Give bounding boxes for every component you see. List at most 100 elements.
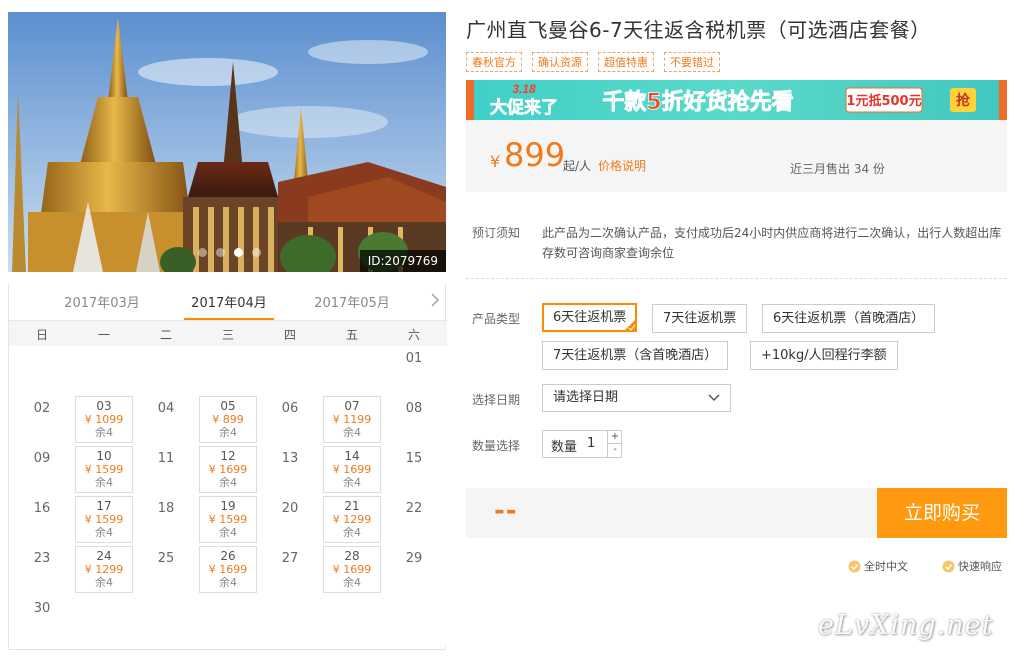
carousel-dot[interactable] [216,248,225,257]
day-number: 07 [344,399,360,413]
day-stock: 余4 [219,426,237,439]
purchase-bar: -- 立即购买 [466,488,1007,538]
calendar-month-tabs: 2017年03月 2017年04月 2017年05月 [9,284,447,321]
calendar-day: 02 [33,401,51,416]
day-stock: 余4 [343,476,361,489]
weekday-label: 五 [345,328,358,342]
option-label: 6天往返机票 [553,310,627,325]
service-label: 全时中文 [864,560,908,573]
calendar-day: 01 [405,351,423,366]
day-stock: 余4 [343,576,361,589]
product-tags: 春秋官方 确认资源 超值特惠 不要错过 [466,52,720,72]
quantity-field-label: 数量 [551,440,578,455]
banner-headline: 千款5折好货抢先看 [602,89,793,115]
option-6day-roundtrip[interactable]: 6天往返机票 [542,303,638,332]
calendar-day: 15 [405,451,423,466]
sold-count: 近三月售出 34 份 [790,162,885,176]
banner-grab: 抢 [956,92,971,109]
calendar-day: 25 [157,551,175,566]
calendar-day-available[interactable]: 26 ¥ 1699 余4 [199,546,257,593]
day-number: 10 [96,449,112,463]
option-6day-with-hotel[interactable]: 6天往返机票（首晚酒店） [762,304,936,333]
calendar-day: 20 [281,501,299,516]
product-photo[interactable]: ID:2079769 [8,12,446,272]
product-type-label: 产品类型 [472,312,521,326]
section-divider [466,278,1007,279]
day-number: 19 [220,499,236,513]
calendar-day: 18 [157,501,175,516]
calendar-day: 06 [281,401,299,416]
day-price: ¥ 1599 [208,513,248,526]
day-price: ¥ 1699 [208,563,248,576]
day-stock: 余4 [95,526,113,539]
calendar-day: 09 [33,451,51,466]
quantity-stepper: 数量 1 + - [542,430,622,458]
check-circle-icon [942,560,955,572]
quantity-minus-button[interactable]: - [607,444,622,457]
calendar-day-available[interactable]: 24 ¥ 1299 余4 [75,546,133,593]
carousel-dot-active[interactable] [234,248,243,257]
quantity-label: 数量选择 [472,439,521,453]
watermark: eLvXing.net [818,610,994,641]
calendar-day-available[interactable]: 17 ¥ 1599 余4 [75,496,133,543]
promo-banner-graphic: 3.18 大促来了 千款5折好货抢先看 1元抵500元 抢 [466,80,1007,120]
selected-check-icon [624,319,637,331]
calendar-day-available[interactable]: 21 ¥ 1299 余4 [323,496,381,543]
calendar-day: 08 [405,401,423,416]
day-price: ¥ 1199 [332,413,372,426]
day-number: 26 [220,549,236,563]
calendar-day-available[interactable]: 14 ¥ 1699 余4 [323,446,381,493]
quantity-input[interactable]: 1 [587,436,595,451]
weekday-label: 四 [283,328,296,342]
calendar-day-available[interactable]: 10 ¥ 1599 余4 [75,446,133,493]
calendar-day-available[interactable]: 03 ¥ 1099 余4 [75,396,133,443]
weekday-label: 六 [407,328,420,342]
price-calendar: 2017年03月 2017年04月 2017年05月 日 一 二 三 四 五 六 01 02 0… [8,284,447,650]
quantity-plus-button[interactable]: + [607,431,622,444]
calendar-day: 04 [157,401,175,416]
carousel-dot[interactable] [198,248,207,257]
tab-month-current[interactable]: 2017年04月 [184,292,274,311]
calendar-weekday-header: 日一二三四五六 [9,320,447,346]
day-price: ¥ 899 [212,413,244,426]
product-tag: 春秋官方 [466,52,522,72]
chevron-right-icon[interactable] [427,292,443,308]
date-select[interactable]: 请选择日期 [542,384,731,412]
option-7day-with-hotel[interactable]: 7天往返机票（含首晚酒店） [542,341,729,370]
option-7day-roundtrip[interactable]: 7天往返机票 [652,304,748,333]
day-stock: 余4 [95,576,113,589]
date-select-value: 请选择日期 [553,390,619,405]
product-tag: 确认资源 [532,52,588,72]
day-price: ¥ 1099 [84,413,124,426]
calendar-day-available[interactable]: 05 ¥ 899 余4 [199,396,257,443]
calendar-day-available[interactable]: 12 ¥ 1699 余4 [199,446,257,493]
price-explanation-link[interactable]: 价格说明 [598,157,646,174]
booking-notice-text: 此产品为二次确认产品，支付成功后24小时内供应商将进行二次确认，出行人数超出库存… [542,226,1002,260]
calendar-day-available[interactable]: 19 ¥ 1599 余4 [199,496,257,543]
temple-photo-image [8,12,446,272]
option-extra-luggage[interactable]: +10kg/人回程行李额 [750,341,898,370]
photo-id-label: ID:2079769 [359,250,446,272]
day-number: 12 [220,449,236,463]
day-price: ¥ 1599 [84,463,124,476]
buy-now-button[interactable]: 立即购买 [877,488,1007,538]
banner-event-title: 大促来了 [490,97,558,118]
service-badge: 全时中文 [848,558,908,574]
day-stock: 余4 [219,526,237,539]
day-price: ¥ 1299 [84,563,124,576]
calendar-day-available[interactable]: 07 ¥ 1199 余4 [323,396,381,443]
service-label: 快速响应 [958,560,1002,573]
carousel-dot[interactable] [252,248,261,257]
calendar-grid: 01 02 03 ¥ 1099 余4 04 05 ¥ 899 余4 06 07 ¥ 1199 余4 08 0… [9,346,447,646]
calendar-day: 27 [281,551,299,566]
tab-month-prev[interactable]: 2017年03月 [57,292,147,311]
tab-month-next[interactable]: 2017年05月 [307,292,397,311]
price-box: ¥ 899 起/人 价格说明 近三月售出 34 份 [466,120,1007,192]
banner-date: 3.18 [512,82,536,96]
weekday-label: 二 [159,328,172,342]
weekday-label: 日 [35,328,48,342]
calendar-day-available[interactable]: 28 ¥ 1699 余4 [323,546,381,593]
banner-coupon: 1元抵500元 [846,93,921,109]
price-unit: 起/人 [563,159,592,173]
promo-banner[interactable]: 3.18 大促来了 千款5折好货抢先看 1元抵500元 抢 [466,80,1007,120]
